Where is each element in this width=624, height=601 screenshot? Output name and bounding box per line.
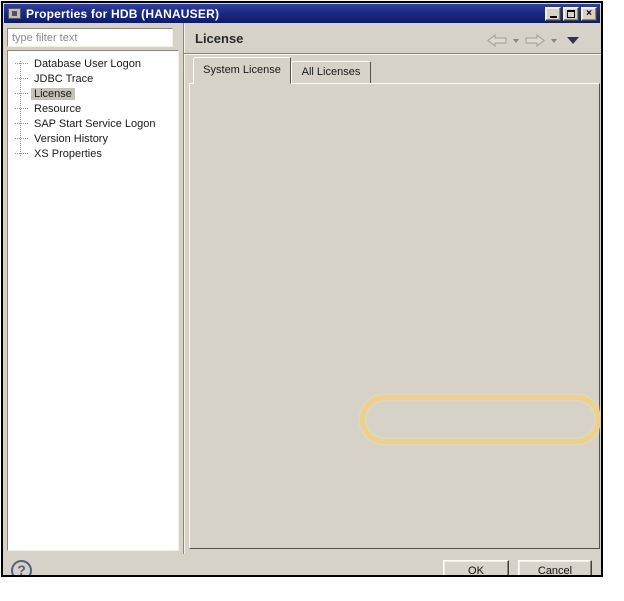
maximize-icon (567, 10, 575, 18)
sidebar-item-version-history[interactable]: Version History (8, 131, 178, 146)
ok-button[interactable]: OK (443, 560, 509, 577)
tree-connector (15, 138, 28, 139)
tree-connector (15, 108, 28, 109)
tree-connector (15, 93, 28, 94)
titlebar[interactable]: Properties for HDB (HANAUSER) × (4, 4, 600, 23)
tab-system-license[interactable]: System License (193, 57, 291, 84)
forward-arrow-icon (525, 34, 545, 47)
forward-dropdown-icon[interactable] (551, 39, 557, 43)
help-button[interactable]: ? (11, 560, 32, 577)
tab-content-panel (189, 83, 600, 549)
sidebar-tree: Database User Logon JDBC Trace License R… (7, 50, 179, 551)
tree-connector (15, 63, 28, 64)
panel-divider (183, 23, 185, 554)
tab-all-licenses[interactable]: All Licenses (291, 61, 371, 84)
sidebar-item-resource[interactable]: Resource (8, 101, 178, 116)
maximize-button[interactable] (563, 7, 579, 21)
filter-input[interactable] (7, 28, 173, 47)
back-dropdown-icon[interactable] (513, 39, 519, 43)
window-title: Properties for HDB (HANAUSER) (26, 7, 219, 21)
minimize-button[interactable] (545, 7, 561, 21)
tree-connector (20, 61, 21, 156)
window-icon (8, 8, 21, 19)
forward-button[interactable] (525, 34, 545, 47)
sidebar-item-sap-start-service-logon[interactable]: SAP Start Service Logon (8, 116, 178, 131)
tree-connector (15, 78, 28, 79)
close-button[interactable]: × (581, 7, 597, 21)
close-icon: × (586, 9, 592, 19)
back-button[interactable] (487, 34, 507, 47)
page-title: License (195, 31, 243, 46)
sidebar-item-jdbc-trace[interactable]: JDBC Trace (8, 71, 178, 86)
back-arrow-icon (487, 34, 507, 47)
navigation-toolbar (487, 34, 579, 47)
header-separator (184, 53, 601, 55)
sidebar-item-license[interactable]: License (8, 86, 178, 101)
view-menu-icon[interactable] (567, 37, 579, 44)
tree-connector (15, 123, 28, 124)
minimize-icon (550, 16, 557, 18)
properties-dialog: Properties for HDB (HANAUSER) × Database… (1, 1, 603, 577)
sidebar-item-database-user-logon[interactable]: Database User Logon (8, 56, 178, 71)
sidebar-item-xs-properties[interactable]: XS Properties (8, 146, 178, 161)
cancel-button[interactable]: Cancel (518, 560, 592, 577)
tree-connector (15, 153, 28, 154)
